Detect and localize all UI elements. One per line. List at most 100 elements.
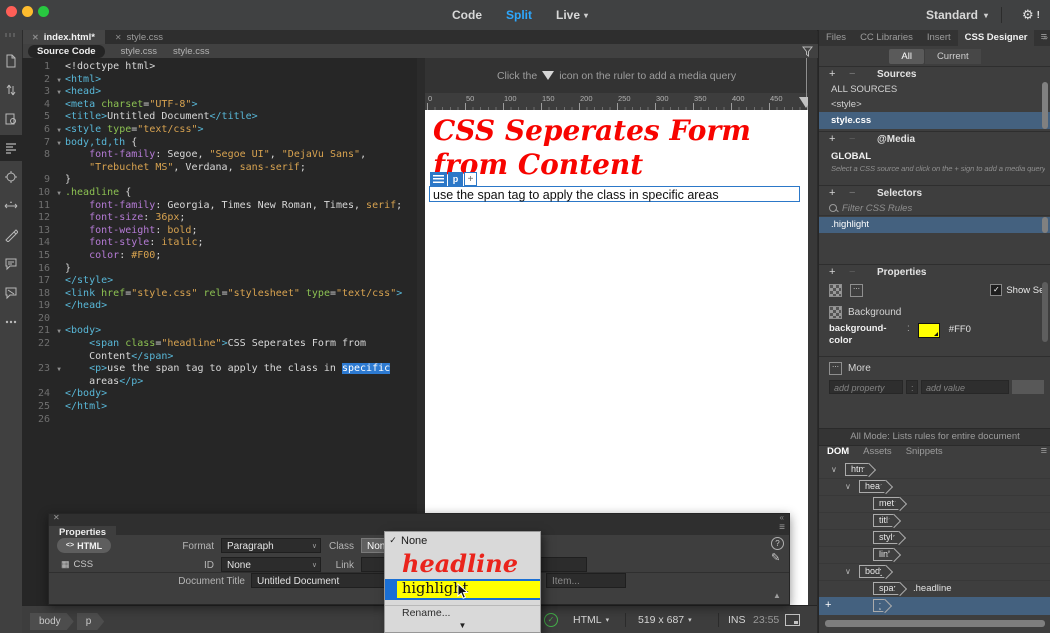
code-fold-icon[interactable]: ▼ xyxy=(53,137,65,150)
code-fold-icon[interactable]: ▼ xyxy=(53,325,65,338)
remove-selector-button[interactable]: − xyxy=(849,187,855,199)
more-options-icon[interactable] xyxy=(0,309,22,335)
view-mode-split[interactable]: Split xyxy=(506,8,532,22)
dropdown-item-headline[interactable]: headline xyxy=(385,549,540,579)
add-dom-element-button[interactable]: + xyxy=(825,599,831,611)
edit-pencil-icon[interactable]: ✎ xyxy=(771,551,780,564)
dropdown-item-none[interactable]: ✓None xyxy=(385,532,540,549)
inspect-mode-icon[interactable] xyxy=(0,164,22,190)
html-mode-button[interactable]: <> HTML xyxy=(57,538,111,553)
related-file-0[interactable]: Source Code xyxy=(28,45,105,58)
workspace-switcher[interactable]: Standard ▾ xyxy=(926,0,988,30)
format-source-icon[interactable] xyxy=(0,135,22,161)
selected-paragraph[interactable]: use the span tag to apply the class in s… xyxy=(429,186,800,202)
add-row-button[interactable] xyxy=(1012,380,1044,394)
document-tab-style-css[interactable]: ✕style.css xyxy=(105,30,173,44)
selectors-scrollbar[interactable] xyxy=(1042,217,1048,233)
source-item-1[interactable]: <style> xyxy=(819,97,1050,112)
toggle-all[interactable]: All xyxy=(889,49,924,64)
collapse-panels-icon[interactable]: » xyxy=(1043,32,1048,42)
close-window-button[interactable] xyxy=(6,6,17,17)
panel-tab-insert[interactable]: Insert xyxy=(920,30,958,46)
panel-tab-files[interactable]: Files xyxy=(819,30,853,46)
property-value[interactable]: #FF0 xyxy=(949,323,971,347)
dom-node-title[interactable]: title xyxy=(819,512,1050,530)
related-file-2[interactable]: style.css xyxy=(173,46,209,57)
add-property-button[interactable]: + xyxy=(829,266,835,278)
zoom-window-button[interactable] xyxy=(38,6,49,17)
dom-node-link[interactable]: link xyxy=(819,546,1050,564)
selector-filter[interactable]: Filter CSS Rules xyxy=(819,201,1050,216)
file-sync-icon[interactable] xyxy=(0,77,22,103)
add-source-button[interactable]: + xyxy=(829,68,835,80)
more-category-icon[interactable]: ⋯ xyxy=(850,284,863,297)
remove-property-button[interactable]: − xyxy=(849,266,855,278)
add-selector-button[interactable]: + xyxy=(829,187,835,199)
add-property-input[interactable]: add property xyxy=(829,380,903,394)
dom-node-style[interactable]: style xyxy=(819,529,1050,547)
selector-item-0[interactable]: .highlight xyxy=(819,217,1050,233)
settings-button[interactable]: ⚙! xyxy=(1022,0,1040,30)
dom-node-span[interactable]: span.headline xyxy=(819,580,1050,598)
view-mode-code[interactable]: Code xyxy=(452,8,482,22)
dom-horizontal-scrollbar[interactable] xyxy=(825,620,1045,627)
close-icon[interactable]: ✕ xyxy=(53,513,60,522)
show-set-toggle[interactable]: ✓ Show Set xyxy=(990,284,1047,296)
toggle-current[interactable]: Current xyxy=(925,49,981,64)
comments-icon[interactable] xyxy=(0,251,22,277)
css-mode-button[interactable]: ▦ CSS xyxy=(61,557,93,572)
add-media-button[interactable]: + xyxy=(829,133,835,145)
dom-tab-dom[interactable]: DOM xyxy=(827,444,849,460)
dom-tab-assets[interactable]: Assets xyxy=(863,444,892,460)
source-item-0[interactable]: ALL SOURCES xyxy=(819,82,1050,97)
code-fold-icon[interactable]: ▼ xyxy=(53,86,65,99)
expand-caret-icon[interactable]: ∨ xyxy=(831,465,837,474)
item-input[interactable]: Item... xyxy=(546,573,626,588)
code-fold-icon[interactable]: ▼ xyxy=(53,74,65,87)
dom-node-meta[interactable]: meta xyxy=(819,495,1050,513)
dom-node-head[interactable]: ∨head xyxy=(819,478,1050,496)
remove-media-button[interactable]: − xyxy=(849,133,855,145)
tag-crumb-body[interactable]: body xyxy=(30,613,74,630)
close-tab-icon[interactable]: ✕ xyxy=(115,33,122,42)
properties-menu-icon[interactable]: ≡ xyxy=(779,522,785,533)
expand-caret-icon[interactable]: ∨ xyxy=(845,567,851,576)
dom-node-p[interactable]: +p xyxy=(819,597,1050,615)
collapse-icon[interactable]: « xyxy=(780,513,784,522)
resize-constrain-icon[interactable] xyxy=(0,193,22,219)
dom-panel-menu-icon[interactable]: ≡ xyxy=(1041,445,1047,457)
preview-in-browser-button[interactable] xyxy=(785,606,800,633)
dom-node-body[interactable]: ∨body xyxy=(819,563,1050,581)
panel-tab-cc-libraries[interactable]: CC Libraries xyxy=(853,30,920,46)
expand-panel-icon[interactable]: ▲ xyxy=(773,591,781,600)
dropdown-item-highlight[interactable]: highlight xyxy=(385,579,540,600)
code-fold-icon[interactable]: ▼ xyxy=(53,124,65,137)
preview-ruler[interactable]: 050100150200250300350400450500 xyxy=(425,93,808,111)
remove-source-button[interactable]: − xyxy=(849,68,855,80)
dropdown-scroll-down-icon[interactable]: ▼ xyxy=(385,621,540,630)
code-annotation-icon[interactable] xyxy=(0,280,22,306)
live-code-icon[interactable] xyxy=(0,106,22,132)
document-tab-index-html-[interactable]: ✕index.html* xyxy=(22,30,105,44)
element-menu-button[interactable] xyxy=(430,172,447,186)
lint-status[interactable]: ✓ xyxy=(544,606,558,633)
doc-type-dropdown[interactable]: HTML ▾ xyxy=(573,606,609,633)
source-item-2[interactable]: style.css xyxy=(819,112,1050,129)
media-scope[interactable]: GLOBAL xyxy=(819,149,1050,164)
minimize-window-button[interactable] xyxy=(22,6,33,17)
properties-scrollbar[interactable] xyxy=(1042,282,1048,342)
edit-tools-icon[interactable] xyxy=(0,222,22,248)
open-document-icon[interactable] xyxy=(0,48,22,74)
dropdown-item-rename[interactable]: Rename... xyxy=(385,605,540,621)
close-tab-icon[interactable]: ✕ xyxy=(32,33,39,42)
panel-tab-css-designer[interactable]: CSS Designer xyxy=(958,30,1035,46)
element-tag-badge[interactable]: p xyxy=(448,172,463,186)
dom-tab-snippets[interactable]: Snippets xyxy=(906,444,943,460)
expand-caret-icon[interactable]: ∨ xyxy=(845,482,851,491)
view-mode-live[interactable]: Live▾ xyxy=(556,8,588,22)
add-value-input[interactable]: add value xyxy=(921,380,1009,394)
window-size-dropdown[interactable]: 519 x 687 ▾ xyxy=(638,606,692,633)
sources-scrollbar[interactable] xyxy=(1042,82,1048,129)
dom-node-html[interactable]: ∨html xyxy=(819,461,1050,479)
help-icon[interactable]: ? xyxy=(771,537,784,550)
